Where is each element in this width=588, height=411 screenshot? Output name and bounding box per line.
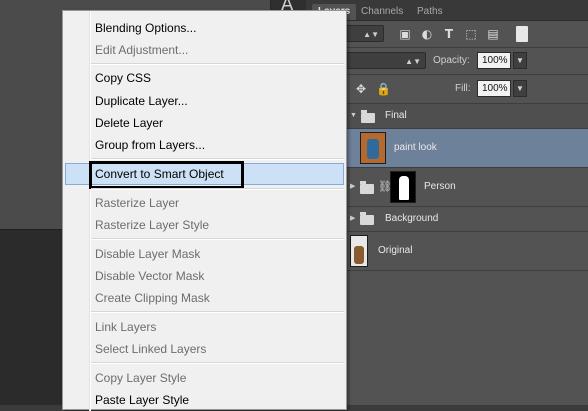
menu-separator (91, 362, 344, 364)
menu-item-select-linked-layers[interactable]: Select Linked Layers (95, 341, 206, 357)
lock-position-icon[interactable]: ✥ (354, 82, 368, 96)
layer-name: paint look (394, 142, 437, 153)
layer-row-paint-look[interactable]: paint look (306, 129, 588, 168)
menu-item-create-clipping-mask[interactable]: Create Clipping Mask (95, 290, 210, 306)
folder-icon (360, 181, 374, 194)
adjustment-filter-icon[interactable]: ◐ (420, 27, 434, 41)
menu-item-copy-css[interactable]: Copy CSS (95, 70, 151, 86)
tab-channels[interactable]: Channels (355, 4, 409, 20)
opacity-dropdown-icon[interactable]: ▼ (513, 52, 527, 69)
type-filter-icon[interactable]: T (442, 27, 456, 41)
filter-toggle-icon[interactable] (516, 26, 528, 42)
menu-item-group-from-layers[interactable]: Group from Layers... (95, 137, 205, 153)
layer-filter-row: nd ▲▼ ▣ ◐ T ⬚ ▤ (302, 21, 588, 48)
menu-separator (91, 188, 344, 190)
layers-panel: Layers Channels Paths nd ▲▼ ▣ ◐ T ⬚ ▤ al… (302, 0, 588, 405)
smart-object-filter-icon[interactable]: ▤ (486, 27, 500, 41)
layer-thumbnail (350, 235, 368, 267)
menu-item-rasterize-layer-style[interactable]: Rasterize Layer Style (95, 217, 209, 233)
fill-label: Fill: (455, 83, 471, 94)
layer-row-final[interactable]: ▼ Final (306, 104, 588, 129)
menu-item-convert-to-smart-object[interactable]: Convert to Smart Object (95, 166, 224, 182)
mask-thumbnail (390, 171, 416, 203)
shape-filter-icon[interactable]: ⬚ (464, 27, 478, 41)
menu-icon-gutter (89, 11, 91, 411)
layer-row-person[interactable]: ▶ ⛓ Person (306, 168, 588, 207)
folder-icon (361, 110, 375, 123)
menu-separator (91, 158, 344, 160)
blend-row: al ▲▼ Opacity: 100% ▼ (302, 48, 588, 75)
expand-triangle-icon[interactable]: ▶ (350, 214, 355, 222)
layer-row-original[interactable]: Original (306, 232, 588, 271)
dropdown-arrow-icon: ▲▼ (405, 57, 421, 66)
menu-item-disable-vector-mask[interactable]: Disable Vector Mask (95, 268, 204, 284)
layer-thumbnail (360, 132, 386, 164)
layer-row-background[interactable]: ▶ Background (306, 207, 588, 232)
menu-item-delete-layer[interactable]: Delete Layer (95, 115, 163, 131)
menu-item-rasterize-layer[interactable]: Rasterize Layer (95, 195, 179, 211)
pixel-filter-icon[interactable]: ▣ (398, 27, 412, 41)
fill-dropdown-icon[interactable]: ▼ (513, 80, 527, 97)
menu-item-link-layers[interactable]: Link Layers (95, 319, 156, 335)
layer-name: Original (378, 245, 413, 256)
expand-triangle-icon[interactable]: ▼ (350, 112, 357, 119)
dropdown-arrow-icon: ▲▼ (363, 30, 379, 39)
menu-separator (91, 63, 344, 65)
opacity-label: Opacity: (433, 55, 470, 66)
mask-silhouette (399, 176, 409, 200)
tab-paths[interactable]: Paths (411, 4, 449, 20)
menu-separator (91, 238, 344, 240)
menu-separator (91, 311, 344, 313)
menu-item-disable-layer-mask[interactable]: Disable Layer Mask (95, 246, 200, 262)
menu-item-edit-adjustment[interactable]: Edit Adjustment... (95, 42, 188, 58)
layer-name: Person (424, 181, 456, 192)
figure-shape (367, 139, 379, 159)
menu-item-copy-layer-style[interactable]: Copy Layer Style (95, 370, 186, 386)
layer-context-menu: Blending Options... Edit Adjustment... C… (62, 10, 347, 411)
panel-tab-bar: Layers Channels Paths (306, 0, 588, 21)
opacity-input[interactable]: 100% (477, 52, 511, 69)
menu-item-paste-layer-style[interactable]: Paste Layer Style (95, 392, 189, 408)
menu-item-blending-options[interactable]: Blending Options... (95, 20, 196, 36)
expand-triangle-icon[interactable]: ▶ (350, 182, 355, 190)
menu-item-duplicate-layer[interactable]: Duplicate Layer... (95, 93, 188, 109)
lock-row: ✥ 🔒 Fill: 100% ▼ (306, 75, 588, 104)
layer-name: Background (385, 213, 439, 224)
folder-icon (360, 212, 374, 225)
figure-shape (354, 246, 364, 264)
layer-name: Final (385, 110, 407, 121)
lock-all-icon[interactable]: 🔒 (376, 82, 391, 96)
fill-input[interactable]: 100% (477, 80, 511, 97)
